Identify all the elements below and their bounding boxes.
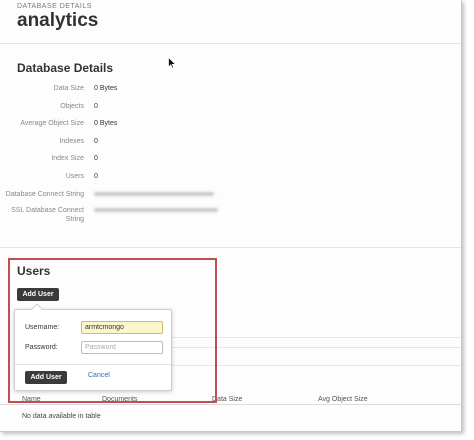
database-details-list: Data Size 0 Bytes Objects 0 Average Obje… <box>0 84 461 232</box>
detail-row-data-size: Data Size 0 Bytes <box>0 84 461 93</box>
redacted-ssl-connect-string <box>94 207 218 212</box>
password-label: Password: <box>25 344 58 351</box>
detail-value: 0 Bytes <box>94 120 118 128</box>
username-label: Username: <box>25 324 60 331</box>
detail-value: 0 <box>94 102 98 110</box>
detail-value: 0 <box>94 172 98 180</box>
detail-value: 0 <box>94 155 98 163</box>
password-input[interactable] <box>81 341 163 354</box>
detail-label: Objects <box>60 102 84 110</box>
empty-table-message: No data available in table <box>22 413 101 420</box>
add-user-button[interactable]: Add User <box>17 288 59 301</box>
detail-label: Index Size <box>51 155 84 163</box>
detail-label: SSL Database Connect String <box>11 206 84 223</box>
detail-label: Indexes <box>59 137 84 145</box>
details-divider <box>0 247 461 248</box>
redacted-connect-string <box>94 191 214 196</box>
column-header-name[interactable]: Name <box>22 396 41 403</box>
column-header-documents[interactable]: Documents <box>102 396 137 403</box>
detail-row-connect-string: Database Connect String <box>0 190 461 199</box>
column-header-data-size[interactable]: Data Size <box>212 396 242 403</box>
detail-row-ssl-connect-string: SSL Database Connect String <box>0 206 461 224</box>
users-heading: Users <box>17 264 51 278</box>
users-table-rule <box>170 337 461 338</box>
detail-label: Database Connect String <box>5 190 84 198</box>
column-header-avg-object-size[interactable]: Avg Object Size <box>318 396 368 403</box>
detail-row-objects: Objects 0 <box>0 102 461 111</box>
detail-label: Users <box>65 172 84 180</box>
header-divider <box>0 43 461 44</box>
detail-value: 0 <box>94 137 98 145</box>
detail-row-users: Users 0 <box>0 172 461 181</box>
detail-row-indexes: Indexes 0 <box>0 137 461 146</box>
popover-caret <box>31 303 43 315</box>
detail-label: Data Size <box>53 85 84 92</box>
username-input[interactable] <box>81 321 163 334</box>
detail-row-index-size: Index Size 0 <box>0 154 461 163</box>
detail-value: 0 Bytes <box>94 85 118 92</box>
detail-label: Average Object Size <box>20 120 84 128</box>
section-divider <box>170 365 461 366</box>
table-header-rule <box>0 404 461 405</box>
submit-add-user-button[interactable]: Add User <box>25 371 67 384</box>
detail-row-avg-object-size: Average Object Size 0 Bytes <box>0 119 461 128</box>
cancel-link[interactable]: Cancel <box>88 372 110 379</box>
page-title: analytics <box>17 10 99 31</box>
popover-divider <box>15 364 171 365</box>
database-details-heading: Database Details <box>17 61 114 75</box>
mouse-cursor-icon <box>168 57 176 69</box>
page-frame: DATABASE DETAILS analytics Database Deta… <box>0 0 462 432</box>
add-user-popover: Username: Password: Add User Cancel <box>14 303 172 391</box>
breadcrumb[interactable]: DATABASE DETAILS <box>17 3 92 10</box>
users-table-rule <box>170 347 461 348</box>
